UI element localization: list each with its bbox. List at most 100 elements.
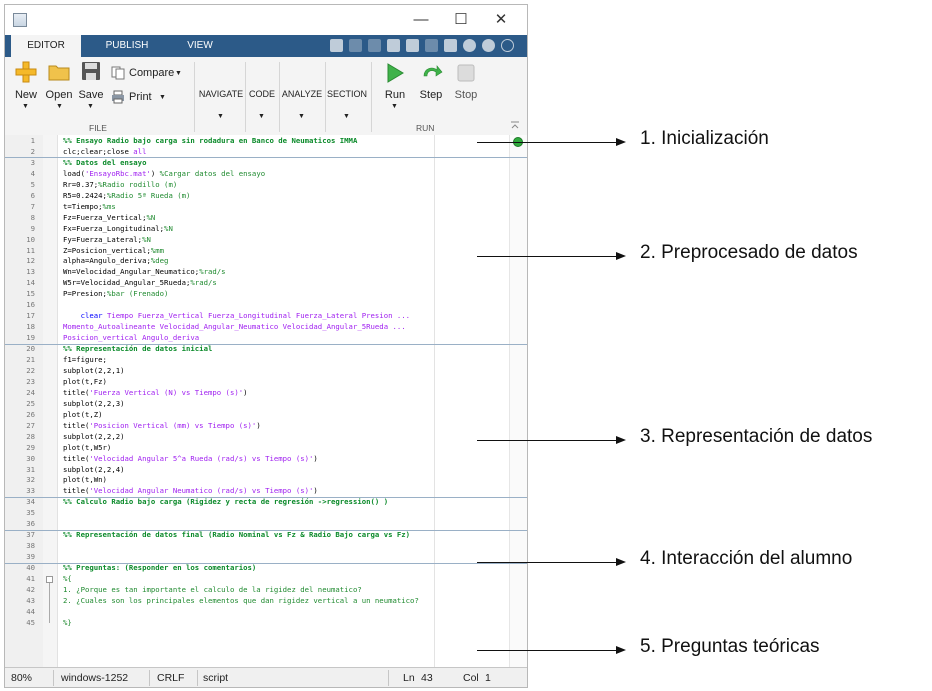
code-line[interactable]: 37 %% Representación de datos final (Radi…	[5, 530, 527, 541]
step-button[interactable]: Step	[417, 89, 445, 101]
code-line[interactable]: 44	[5, 607, 527, 618]
code-line[interactable]: 23 plot(t,Fz)	[5, 377, 527, 388]
save-quick-icon[interactable]	[330, 39, 343, 52]
collapse-toolstrip-icon[interactable]	[510, 120, 520, 130]
print-dropdown-icon[interactable]: ▼	[159, 94, 166, 101]
code-text: clc;clear;close all	[63, 146, 147, 156]
code-line[interactable]: 17 clear Tiempo Fuerza_Vertical Fuerza_L…	[5, 311, 527, 322]
code-line[interactable]: 12 alpha=Angulo_deriva;%deg	[5, 256, 527, 267]
fold-toggle-icon[interactable]	[46, 575, 53, 583]
code-text: Fy=Fuerza_Lateral;%N	[63, 234, 151, 244]
code-line[interactable]: 32 plot(t,Wn)	[5, 475, 527, 486]
maximize-button[interactable]: ☐	[441, 9, 481, 31]
code-line[interactable]: 34 %% Calculo Radio bajo carga (Rigidez y…	[5, 497, 527, 508]
save-button[interactable]: Save	[77, 89, 105, 101]
code-line[interactable]: 9 Fx=Fuerza_Longitudinal;%N	[5, 224, 527, 235]
help-icon[interactable]	[463, 39, 476, 52]
code-line[interactable]: 38	[5, 541, 527, 552]
code-line[interactable]: 25 subplot(2,2,3)	[5, 399, 527, 410]
redo-quick-icon[interactable]	[425, 39, 438, 52]
line-number: 29	[26, 442, 35, 452]
code-line[interactable]: 16	[5, 300, 527, 311]
code-line[interactable]: 1 %% Ensayo Radio bajo carga sin rodadura…	[5, 136, 527, 147]
copy-quick-icon[interactable]	[368, 39, 381, 52]
code-line[interactable]: 4 load('EnsayoRbc.mat') %Cargar datos del…	[5, 169, 527, 180]
tab-editor[interactable]: EDITOR	[11, 35, 81, 57]
code-line[interactable]: 33 title('Velocidad Angular Neumatico (ra…	[5, 486, 527, 497]
code-line[interactable]: 13 Wn=Velocidad_Angular_Neumatico;%rad/s	[5, 267, 527, 278]
code-line[interactable]: 8 Fz=Fuerza_Vertical;%N	[5, 213, 527, 224]
code-text: %% Ensayo Radio bajo carga sin rodadura …	[63, 136, 358, 145]
line-number: 42	[26, 584, 35, 594]
navigate-button[interactable]: NAVIGATE	[197, 89, 245, 99]
code-line[interactable]: 36	[5, 519, 527, 530]
paste-quick-icon[interactable]	[387, 39, 400, 52]
new-dropdown-icon[interactable]: ▼	[22, 103, 29, 110]
code-text: 2. ¿Cuales son los principales elementos…	[63, 595, 419, 605]
section-dropdown-icon[interactable]: ▼	[343, 113, 350, 120]
code-line[interactable]: 5 Rr=0.37;%Radio rodillo (m)	[5, 180, 527, 191]
analyze-dropdown-icon[interactable]: ▼	[298, 113, 305, 120]
save-dropdown-icon[interactable]: ▼	[87, 103, 94, 110]
code-line[interactable]: 20 %% Representación de datos inicial	[5, 344, 527, 355]
switch-windows-icon[interactable]	[444, 39, 457, 52]
undo-quick-icon[interactable]	[406, 39, 419, 52]
tab-publish[interactable]: PUBLISH	[97, 35, 157, 57]
navigate-dropdown-icon[interactable]: ▼	[217, 113, 224, 120]
code-line[interactable]: 45%}	[5, 618, 527, 629]
close-button[interactable]: ✕	[481, 9, 521, 31]
compare-button[interactable]: Compare	[129, 67, 177, 79]
line-number: 31	[26, 464, 35, 474]
code-line[interactable]: 39	[5, 552, 527, 563]
run-button[interactable]: Run	[381, 89, 409, 101]
code-line[interactable]: 43 2. ¿Cuales son los principales element…	[5, 596, 527, 607]
code-line[interactable]: 24 title('Fuerza Vertical (N) vs Tiempo (…	[5, 388, 527, 399]
code-line[interactable]: 28 subplot(2,2,2)	[5, 432, 527, 443]
code-line[interactable]: 10 Fy=Fuerza_Lateral;%N	[5, 235, 527, 246]
new-button[interactable]: New	[11, 89, 41, 101]
cut-quick-icon[interactable]	[349, 39, 362, 52]
code-line[interactable]: 31 subplot(2,2,4)	[5, 465, 527, 476]
code-line[interactable]: 35	[5, 508, 527, 519]
code-line[interactable]: 14 W5r=Velocidad_Angular_5Rueda;%rad/s	[5, 278, 527, 289]
matlab-app-icon	[13, 13, 27, 27]
open-dropdown-icon[interactable]: ▼	[56, 103, 63, 110]
code-line[interactable]: 3 %% Datos del ensayo	[5, 158, 527, 169]
code-button[interactable]: CODE	[245, 89, 279, 99]
line-number: 30	[26, 453, 35, 463]
code-line[interactable]: 7 t=Tiempo;%ms	[5, 202, 527, 213]
code-line[interactable]: 42 1. ¿Porque es tan importante el calcul…	[5, 585, 527, 596]
code-line[interactable]: 19 Posicion_vertical Angulo_deriva	[5, 333, 527, 344]
code-line[interactable]: 15 P=Presion;%bar (Frenado)	[5, 289, 527, 300]
settings-icon[interactable]	[482, 39, 495, 52]
code-line[interactable]: 40 %% Preguntas: (Responder en los coment…	[5, 563, 527, 574]
code-line[interactable]: 2 clc;clear;close all	[5, 147, 527, 158]
line-number: 22	[26, 365, 35, 375]
compare-dropdown-icon[interactable]: ▼	[175, 70, 182, 77]
section-button[interactable]: SECTION	[325, 89, 369, 99]
code-line[interactable]: 18 Momento_Autoalineante Velocidad_Angula…	[5, 322, 527, 333]
compare-icon	[111, 66, 125, 80]
tab-view[interactable]: VIEW	[180, 35, 220, 57]
code-line[interactable]: 6 R5=0.2424;%Radio 5ª Rueda (m)	[5, 191, 527, 202]
analyze-button[interactable]: ANALYZE	[279, 89, 325, 99]
code-text: %}	[63, 617, 72, 627]
code-line[interactable]: 27 title('Posicion Vertical (mm) vs Tiemp…	[5, 421, 527, 432]
stop-button[interactable]: Stop	[451, 89, 481, 101]
code-line[interactable]: 41 %{	[5, 574, 527, 585]
code-line[interactable]: 30 title('Velocidad Angular 5^a Rueda (ra…	[5, 454, 527, 465]
run-dropdown-icon[interactable]: ▼	[391, 103, 398, 110]
step-icon	[423, 65, 443, 77]
annotation-representacion: 3. Representación de datos	[640, 426, 873, 447]
minimize-toolstrip-icon[interactable]	[501, 39, 514, 52]
code-line[interactable]: 22 subplot(2,2,1)	[5, 366, 527, 377]
code-text: subplot(2,2,3)	[63, 398, 125, 408]
code-line[interactable]: 21 f1=figure;	[5, 355, 527, 366]
code-editor[interactable]: 1 %% Ensayo Radio bajo carga sin rodadura…	[5, 135, 527, 667]
code-dropdown-icon[interactable]: ▼	[258, 113, 265, 120]
minimize-button[interactable]: —	[401, 9, 441, 31]
code-line[interactable]: 11 Z=Posicion_vertical;%mm	[5, 246, 527, 257]
code-line[interactable]: 29 plot(t,W5r)	[5, 443, 527, 454]
code-line[interactable]: 26 plot(t,Z)	[5, 410, 527, 421]
open-button[interactable]: Open	[43, 89, 75, 101]
